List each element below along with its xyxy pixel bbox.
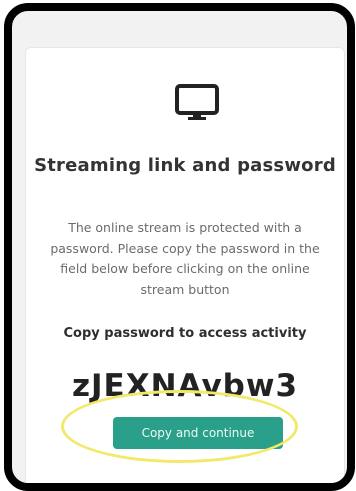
screenshot-frame: Streaming link and password The online s…: [0, 0, 356, 491]
stream-description: The online stream is protected with a pa…: [50, 220, 320, 297]
copy-password-label: Copy password to access activity: [63, 326, 307, 341]
device-frame: Streaming link and password The online s…: [4, 3, 355, 491]
page-title: Streaming link and password: [34, 155, 336, 176]
monitor-icon: [175, 84, 219, 120]
copy-and-continue-button[interactable]: Copy and continue: [113, 417, 283, 449]
password-value[interactable]: zJEXNAvbw3: [26, 368, 344, 404]
streaming-card: Streaming link and password The online s…: [25, 47, 345, 483]
